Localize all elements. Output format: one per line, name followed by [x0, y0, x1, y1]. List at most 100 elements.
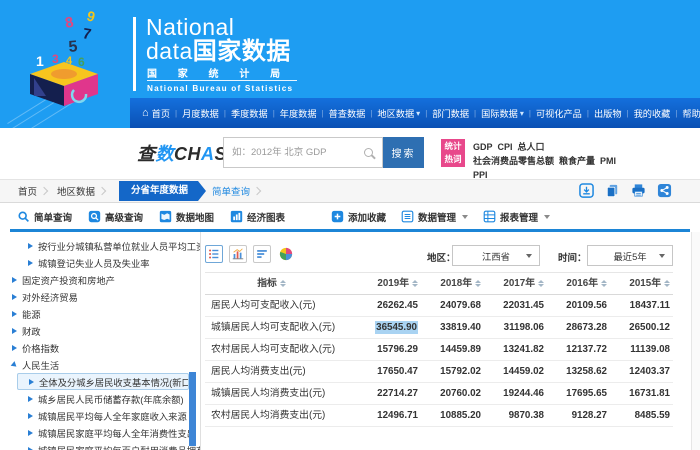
column-header-2017年[interactable]: 2017年	[484, 273, 547, 295]
sidebar-scrollbar-thumb[interactable]	[189, 372, 196, 446]
table-cell[interactable]: 36545.90	[358, 317, 421, 339]
toolbar-高级查询[interactable]: 高级查询	[88, 210, 143, 224]
table-cell[interactable]: 33819.40	[421, 317, 484, 339]
nav-item-月度数据[interactable]: 月度数据	[182, 106, 219, 120]
nav-item-季度数据[interactable]: 季度数据	[231, 106, 268, 120]
nav-item-帮助[interactable]: 帮助	[682, 106, 700, 120]
table-cell[interactable]: 15796.29	[358, 339, 421, 361]
table-cell[interactable]: 12403.37	[610, 361, 673, 383]
sidebar-item-按行业分城镇私营单位就业人员平均工资[interactable]: 按行业分城镇私营单位就业人员平均工资	[0, 237, 200, 254]
triangle-collapsed-icon	[12, 328, 17, 334]
toolbar-数据地图[interactable]: 数据地图	[159, 210, 214, 224]
table-cell[interactable]: 16731.81	[610, 383, 673, 405]
site-title-en: data	[146, 38, 193, 64]
table-cell[interactable]: 12496.71	[358, 405, 421, 427]
column-header-2016年[interactable]: 2016年	[547, 273, 610, 295]
page-scrollbar-track[interactable]	[691, 232, 700, 450]
table-cell[interactable]: 9128.27	[547, 405, 610, 427]
bar-chart-toggle-button[interactable]	[229, 245, 247, 263]
print-button[interactable]	[631, 183, 646, 198]
breadcrumb-item-简单查询[interactable]: 简单查询	[212, 184, 250, 198]
table-cell[interactable]: 11139.08	[610, 339, 673, 361]
sidebar-item-全体及分城乡居民收支基本情况(新口径)[interactable]: 全体及分城乡居民收支基本情况(新口径)	[17, 373, 189, 390]
toolbar-简单查询[interactable]: 简单查询	[17, 210, 72, 224]
table-cell[interactable]: 10885.20	[421, 405, 484, 427]
pie-chart-toggle-button[interactable]	[277, 245, 295, 263]
table-cell[interactable]: 13241.82	[484, 339, 547, 361]
sidebar-item-财政[interactable]: 财政	[0, 322, 200, 339]
search-icon[interactable]	[364, 148, 373, 157]
table-cell[interactable]: 18437.11	[610, 295, 673, 317]
nav-separator: |	[474, 109, 476, 118]
search-button[interactable]: 搜索	[383, 137, 424, 168]
nav-item-我的收藏[interactable]: 我的收藏	[634, 106, 671, 120]
nav-separator: |	[322, 109, 324, 118]
print-icon	[631, 183, 646, 198]
sidebar-item-价格指数[interactable]: 价格指数	[0, 339, 200, 356]
table-cell[interactable]: 14459.02	[484, 361, 547, 383]
column-header-2019年[interactable]: 2019年	[358, 273, 421, 295]
sidebar-item-城镇居民家庭平均每人全年消费性支出[interactable]: 城镇居民家庭平均每人全年消费性支出	[0, 424, 200, 441]
breadcrumb-item-首页[interactable]: 首页	[18, 184, 37, 198]
table-cell[interactable]: 20760.02	[421, 383, 484, 405]
nav-item-国际数据[interactable]: 国际数据▾	[481, 106, 524, 120]
region-select[interactable]: 江西省	[452, 245, 540, 266]
hbar-chart-toggle-button[interactable]	[253, 245, 271, 263]
nav-item-地区数据[interactable]: 地区数据▾	[377, 106, 420, 120]
breadcrumb-active-分省年度数据[interactable]: 分省年度数据	[119, 181, 198, 201]
table-cell[interactable]: 8485.59	[610, 405, 673, 427]
chart-icon	[230, 210, 243, 223]
toolbar-数据管理[interactable]: 数据管理	[401, 210, 468, 224]
download-button[interactable]	[579, 183, 594, 198]
time-select[interactable]: 最近5年	[587, 245, 673, 266]
hot-word-GDP[interactable]: GDP	[473, 140, 493, 154]
search-input[interactable]	[224, 138, 364, 167]
table-cell[interactable]: 26262.45	[358, 295, 421, 317]
table-cell[interactable]: 15792.02	[421, 361, 484, 383]
column-header-指标[interactable]: 指标	[205, 273, 358, 295]
toolbar-报表管理[interactable]: 报表管理	[483, 210, 550, 224]
nav-item-出版物[interactable]: 出版物	[594, 106, 622, 120]
sidebar-item-固定资产投资和房地产[interactable]: 固定资产投资和房地产	[0, 271, 200, 288]
sidebar-item-城镇居民平均每人全年家庭收入来源[interactable]: 城镇居民平均每人全年家庭收入来源	[0, 407, 200, 424]
hot-word-总人口[interactable]: 总人口	[518, 140, 545, 154]
table-cell[interactable]: 9870.38	[484, 405, 547, 427]
table-cell[interactable]: 22714.27	[358, 383, 421, 405]
nav-item-部门数据[interactable]: 部门数据	[432, 106, 469, 120]
toolbar-添加收藏[interactable]: 添加收藏	[331, 210, 386, 224]
table-cell[interactable]: 13258.62	[547, 361, 610, 383]
table-cell[interactable]: 20109.56	[547, 295, 610, 317]
sidebar-item-人民生活[interactable]: 人民生活	[0, 356, 200, 373]
sidebar-item-城镇居民家庭平均每百户耐用消费品拥有量[interactable]: 城镇居民家庭平均每百户耐用消费品拥有量	[0, 441, 200, 450]
table-cell[interactable]: 28673.28	[547, 317, 610, 339]
table-cell[interactable]: 19244.46	[484, 383, 547, 405]
table-cell[interactable]: 24079.68	[421, 295, 484, 317]
list-view-toggle-button[interactable]	[205, 245, 223, 263]
column-header-2018年[interactable]: 2018年	[421, 273, 484, 295]
nav-item-年度数据[interactable]: 年度数据	[280, 106, 317, 120]
table-cell[interactable]: 17695.65	[547, 383, 610, 405]
toolbar-经济图表[interactable]: 经济图表	[230, 210, 285, 224]
table-cell[interactable]: 12137.72	[547, 339, 610, 361]
sidebar-item-城镇登记失业人员及失业率[interactable]: 城镇登记失业人员及失业率	[0, 254, 200, 271]
sidebar-item-能源[interactable]: 能源	[0, 305, 200, 322]
hot-word-PMI[interactable]: PMI	[600, 154, 616, 168]
hot-word-社会消费品零售总额[interactable]: 社会消费品零售总额	[473, 154, 554, 168]
hot-word-CPI[interactable]: CPI	[498, 140, 513, 154]
sidebar-item-对外经济贸易[interactable]: 对外经济贸易	[0, 288, 200, 305]
table-cell[interactable]: 26500.12	[610, 317, 673, 339]
column-header-2015年[interactable]: 2015年	[610, 273, 673, 295]
table-cell[interactable]: 22031.45	[484, 295, 547, 317]
table-cell[interactable]: 14459.89	[421, 339, 484, 361]
sidebar-item-城乡居民人民币储蓄存款(年底余额)[interactable]: 城乡居民人民币储蓄存款(年底余额)	[0, 390, 200, 407]
share-button[interactable]	[657, 183, 672, 198]
nav-item-首页[interactable]: ⌂首页	[142, 106, 170, 120]
nav-item-可视化产品[interactable]: 可视化产品	[536, 106, 582, 120]
copy-button[interactable]	[605, 183, 620, 198]
nav-item-普查数据[interactable]: 普查数据	[329, 106, 366, 120]
nav-item-label: 地区数据	[377, 106, 414, 120]
breadcrumb-item-地区数据[interactable]: 地区数据	[57, 184, 95, 198]
table-cell[interactable]: 17650.47	[358, 361, 421, 383]
table-cell[interactable]: 31198.06	[484, 317, 547, 339]
hot-word-粮食产量[interactable]: 粮食产量	[559, 154, 595, 168]
